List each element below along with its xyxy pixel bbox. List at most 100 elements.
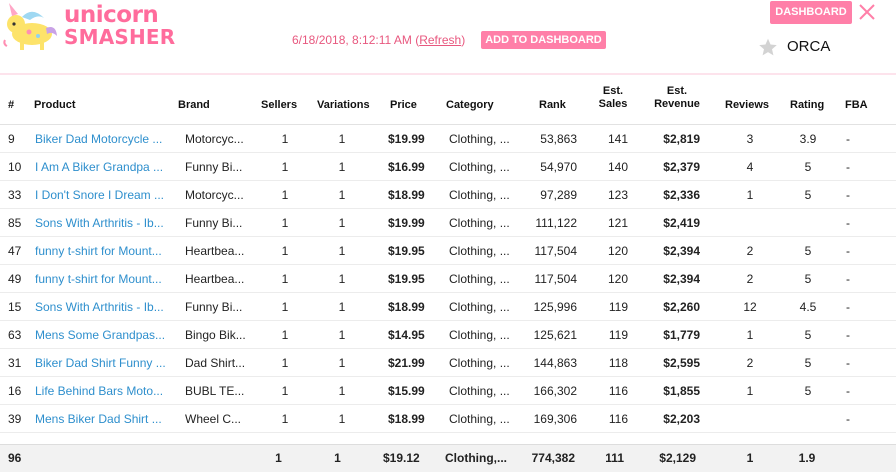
price-cell: $19.95 <box>388 244 425 258</box>
category-cell: Clothing, ... <box>449 356 510 370</box>
rank-cell: 117,504 <box>534 272 578 286</box>
variations-cell: 1 <box>338 328 346 342</box>
product-link[interactable]: Mens Biker Dad Shirt ... <box>35 405 173 433</box>
variations-cell: 1 <box>338 160 346 174</box>
rating-cell: 5 <box>804 244 812 258</box>
product-link[interactable]: Biker Dad Motorcycle ... <box>35 125 173 153</box>
table-row[interactable]: 10 I Am A Biker Grandpa ... Funny Bi... … <box>0 153 896 181</box>
table-row[interactable]: 39 Mens Biker Dad Shirt ... Wheel C... 1… <box>0 405 896 433</box>
col-header-reviews[interactable]: Reviews <box>725 99 769 112</box>
row-num: 49 <box>8 272 22 286</box>
table-row[interactable]: 85 Sons With Arthritis - Ib... Funny Bi.… <box>0 209 896 237</box>
col-header-est-sales-line2: Sales <box>598 98 628 110</box>
price-cell: $15.99 <box>388 384 425 398</box>
summary-price: $19.12 <box>383 451 420 465</box>
col-header-brand[interactable]: Brand <box>178 99 210 112</box>
sellers-cell: 1 <box>281 188 289 202</box>
rating-cell: 5 <box>804 160 812 174</box>
row-num: 15 <box>8 300 22 314</box>
reviews-cell: 3 <box>746 132 754 146</box>
rank-cell: 54,970 <box>540 160 577 174</box>
table-row[interactable]: 16 Life Behind Bars Moto... BUBL TE... 1… <box>0 377 896 405</box>
table-row[interactable]: 47 funny t-shirt for Mount... Heartbea..… <box>0 237 896 265</box>
dashboard-button[interactable]: DASHBOARD <box>770 1 852 24</box>
col-header-variations[interactable]: Variations <box>317 99 370 112</box>
fba-cell: - <box>846 384 850 398</box>
product-link[interactable]: funny t-shirt for Mount... <box>35 265 173 293</box>
product-link[interactable]: funny t-shirt for Mount... <box>35 237 173 265</box>
col-header-est-revenue-line1: Est. <box>666 85 688 97</box>
col-header-price[interactable]: Price <box>390 99 417 112</box>
col-header-rank[interactable]: Rank <box>539 99 566 112</box>
category-cell: Clothing, ... <box>449 216 510 230</box>
product-link[interactable]: Life Behind Bars Moto... <box>35 377 173 405</box>
fba-cell: - <box>846 216 850 230</box>
app-header: unicorn SMASHER 6/18/2018, 8:12:11 AM (R… <box>0 0 896 72</box>
variations-cell: 1 <box>338 188 346 202</box>
col-header-rating[interactable]: Rating <box>790 99 824 112</box>
sellers-cell: 1 <box>281 300 289 314</box>
table-row[interactable]: 9 Biker Dad Motorcycle ... Motorcyc... 1… <box>0 125 896 153</box>
summary-rank: 774,382 <box>531 451 575 465</box>
rank-cell: 97,289 <box>540 188 577 202</box>
row-num: 16 <box>8 384 22 398</box>
table-row[interactable]: 31 Biker Dad Shirt Funny ... Dad Shirt..… <box>0 349 896 377</box>
sales-cell: 116 <box>608 412 628 426</box>
product-link[interactable]: Sons With Arthritis - Ib... <box>35 209 173 237</box>
summary-count: 96 <box>8 451 22 465</box>
last-updated-timestamp: 6/18/2018, 8:12:11 AM (Refresh) <box>292 33 465 47</box>
category-cell: Clothing, ... <box>449 160 510 174</box>
close-icon[interactable] <box>857 2 877 22</box>
row-num: 33 <box>8 188 22 202</box>
reviews-cell: 12 <box>743 300 757 314</box>
category-cell: Clothing, ... <box>449 132 510 146</box>
row-num: 31 <box>8 356 22 370</box>
sellers-cell: 1 <box>281 272 289 286</box>
star-icon[interactable] <box>757 37 779 58</box>
row-num: 85 <box>8 216 22 230</box>
price-cell: $18.99 <box>388 300 425 314</box>
timestamp-text: 6/18/2018, 8:12:11 AM ( <box>292 33 420 47</box>
col-header-category[interactable]: Category <box>446 99 494 112</box>
revenue-cell: $2,260 <box>663 300 700 314</box>
reviews-cell: 4 <box>746 160 754 174</box>
brand-line-1: unicorn <box>64 2 159 28</box>
table-row[interactable]: 33 I Don't Snore I Dream ... Motorcyc...… <box>0 181 896 209</box>
col-header-est-revenue[interactable]: Est. Revenue <box>652 85 702 111</box>
brand-cell: Funny Bi... <box>185 160 243 174</box>
revenue-cell: $2,379 <box>663 160 700 174</box>
summary-category: Clothing,... <box>445 451 507 465</box>
product-link[interactable]: I Don't Snore I Dream ... <box>35 181 173 209</box>
sellers-cell: 1 <box>281 412 289 426</box>
reviews-cell: 2 <box>746 272 754 286</box>
col-header-sellers[interactable]: Sellers <box>261 99 297 112</box>
rank-cell: 53,863 <box>540 132 577 146</box>
product-link[interactable]: Sons With Arthritis - Ib... <box>35 293 173 321</box>
revenue-cell: $2,595 <box>663 356 700 370</box>
revenue-cell: $2,394 <box>663 244 700 258</box>
fba-cell: - <box>846 300 850 314</box>
add-to-dashboard-button[interactable]: ADD TO DASHBOARD <box>481 31 606 49</box>
table-row[interactable]: 49 funny t-shirt for Mount... Heartbea..… <box>0 265 896 293</box>
col-header-est-sales[interactable]: Est. Sales <box>598 85 628 111</box>
header-divider <box>0 73 896 75</box>
col-header-product[interactable]: Product <box>34 99 76 112</box>
price-cell: $19.95 <box>388 272 425 286</box>
fba-cell: - <box>846 132 850 146</box>
table-row[interactable]: 63 Mens Some Grandpas... Bingo Bik... 1 … <box>0 321 896 349</box>
product-link[interactable]: Mens Some Grandpas... <box>35 321 173 349</box>
brand-cell: Wheel C... <box>185 412 242 426</box>
table-row[interactable]: 15 Sons With Arthritis - Ib... Funny Bi.… <box>0 293 896 321</box>
summary-variations: 1 <box>334 451 341 465</box>
col-header-est-revenue-line2: Revenue <box>654 98 700 110</box>
product-link[interactable]: Biker Dad Shirt Funny ... <box>35 349 173 377</box>
product-link[interactable]: I Am A Biker Grandpa ... <box>35 153 173 181</box>
col-header-num[interactable]: # <box>8 99 14 112</box>
reviews-cell: 1 <box>746 384 754 398</box>
variations-cell: 1 <box>338 412 346 426</box>
rating-cell <box>793 405 823 433</box>
rank-cell: 166,302 <box>533 384 577 398</box>
sellers-cell: 1 <box>281 384 289 398</box>
col-header-fba[interactable]: FBA <box>845 99 868 112</box>
refresh-link[interactable]: Refresh <box>419 33 461 47</box>
